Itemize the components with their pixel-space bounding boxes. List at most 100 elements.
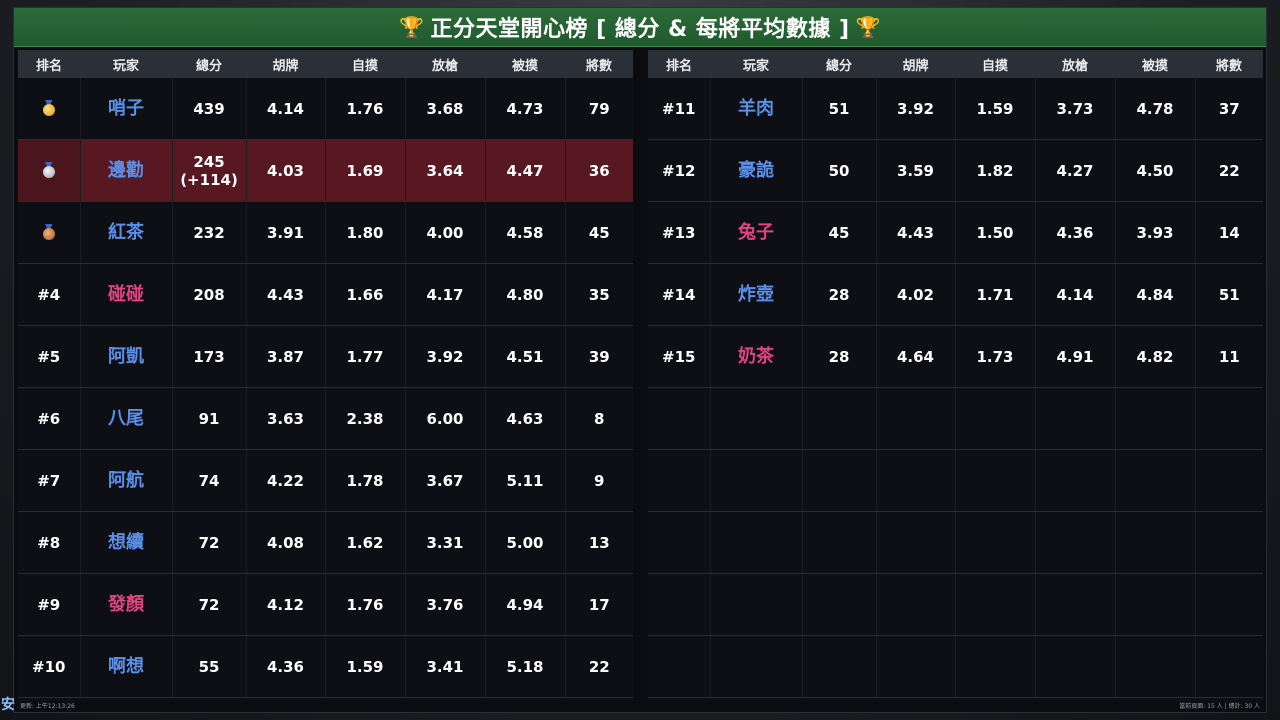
beimo-cell: 5.18 — [485, 635, 566, 698]
table-row: #10 啊想 55 4.36 1.59 3.41 5.18 22 — [18, 635, 633, 698]
games-cell: 79 — [565, 78, 633, 140]
header-fangqiang: 放槍 — [1035, 50, 1115, 78]
empty-cell — [955, 635, 1036, 698]
fangqiang-cell: 3.31 — [405, 511, 486, 574]
total-value: 45 — [828, 223, 850, 242]
fangqiang-cell: 4.27 — [1035, 139, 1116, 202]
games-cell: 8 — [565, 387, 633, 450]
games-cell: 17 — [565, 573, 633, 636]
hu-cell: 4.03 — [246, 139, 326, 202]
rank-cell — [18, 139, 81, 202]
fangqiang-cell: 3.92 — [405, 325, 486, 388]
games-cell: 35 — [565, 263, 633, 326]
table-header-row: 排名 玩家 總分 胡牌 自摸 放槍 被摸 將數 — [648, 50, 1263, 78]
table-row: 紅茶 232 3.91 1.80 4.00 4.58 45 — [18, 201, 633, 264]
player-name: 炸壺 — [738, 283, 774, 305]
rank-cell: #10 — [18, 635, 81, 698]
total-cell: 208 — [172, 263, 247, 326]
zimo-cell: 1.50 — [955, 201, 1036, 264]
player-name-cell: 阿航 — [80, 449, 173, 512]
total-value: 28 — [828, 285, 850, 304]
player-name: 奶茶 — [738, 345, 774, 367]
hu-cell: 4.14 — [246, 78, 326, 140]
fangqiang-cell: 4.17 — [405, 263, 486, 326]
header-rank: 排名 — [648, 50, 710, 78]
empty-row — [648, 449, 1263, 512]
beimo-cell: 5.00 — [485, 511, 566, 574]
empty-cell — [648, 387, 711, 450]
zimo-cell: 1.59 — [325, 635, 406, 698]
empty-row — [648, 511, 1263, 574]
player-name: 邊勸 — [108, 159, 144, 181]
header-rank: 排名 — [18, 50, 80, 78]
empty-cell — [648, 449, 711, 512]
hu-cell: 3.63 — [246, 387, 326, 450]
rank-cell: #15 — [648, 325, 711, 388]
hu-cell: 4.43 — [246, 263, 326, 326]
empty-cell — [1115, 387, 1196, 450]
player-name-cell: 阿凱 — [80, 325, 173, 388]
player-name: 想續 — [108, 531, 144, 553]
total-cell: 74 — [172, 449, 247, 512]
hu-cell: 3.92 — [876, 78, 956, 140]
player-name-cell: 哨子 — [80, 78, 173, 140]
player-name: 八尾 — [108, 407, 144, 429]
player-name: 阿凱 — [108, 345, 144, 367]
empty-cell — [1195, 635, 1263, 698]
total-value: 50 — [828, 161, 850, 180]
hu-cell: 4.64 — [876, 325, 956, 388]
player-name-cell: 兔子 — [710, 201, 803, 264]
title-bar: 🏆 正分天堂開心榜 [ 總分 & 每將平均數據 ] 🏆 — [14, 8, 1266, 47]
empty-cell — [876, 449, 956, 512]
fangqiang-cell: 3.68 — [405, 78, 486, 140]
leaderboard-table-left: 排名 玩家 總分 胡牌 自摸 放槍 被摸 將數 哨子 439 4.14 1.76 3.6… — [18, 50, 633, 698]
fangqiang-cell: 6.00 — [405, 387, 486, 450]
player-name-cell: 炸壺 — [710, 263, 803, 326]
beimo-cell: 4.50 — [1115, 139, 1196, 202]
total-cell: 245 (+114) — [172, 139, 247, 202]
player-name-cell: 啊想 — [80, 635, 173, 698]
beimo-cell: 4.51 — [485, 325, 566, 388]
beimo-cell: 4.47 — [485, 139, 566, 202]
beimo-cell: 4.80 — [485, 263, 566, 326]
total-cell: 72 — [172, 511, 247, 574]
games-cell: 13 — [565, 511, 633, 574]
header-total: 總分 — [172, 50, 246, 78]
table-row: 邊勸 245 (+114) 4.03 1.69 3.64 4.47 36 — [18, 139, 633, 202]
beimo-cell: 4.58 — [485, 201, 566, 264]
total-cell: 28 — [802, 325, 877, 388]
table-row: #8 想續 72 4.08 1.62 3.31 5.00 13 — [18, 511, 633, 574]
total-cell: 28 — [802, 263, 877, 326]
zimo-cell: 1.71 — [955, 263, 1036, 326]
empty-cell — [648, 635, 711, 698]
total-cell: 439 — [172, 78, 247, 140]
total-cell: 173 — [172, 325, 247, 388]
games-cell: 9 — [565, 449, 633, 512]
player-name-cell: 發顏 — [80, 573, 173, 636]
zimo-cell: 1.82 — [955, 139, 1036, 202]
zimo-cell: 1.80 — [325, 201, 406, 264]
player-name-cell: 邊勸 — [80, 139, 173, 202]
trophy-icon: 🏆 — [399, 15, 425, 39]
empty-cell — [876, 635, 956, 698]
total-value: 72 — [198, 595, 220, 614]
beimo-cell: 4.63 — [485, 387, 566, 450]
hu-cell: 4.12 — [246, 573, 326, 636]
leaderboard-left-panel: 排名 玩家 總分 胡牌 自摸 放槍 被摸 將數 哨子 439 4.14 1.76 3.6… — [18, 50, 633, 702]
fangqiang-cell: 4.91 — [1035, 325, 1116, 388]
empty-cell — [876, 573, 956, 636]
beimo-cell: 4.78 — [1115, 78, 1196, 140]
empty-cell — [648, 511, 711, 574]
player-name: 紅茶 — [108, 221, 144, 243]
total-value: 51 — [828, 99, 850, 118]
games-cell: 11 — [1195, 325, 1263, 388]
total-cell: 51 — [802, 78, 877, 140]
zimo-cell: 1.69 — [325, 139, 406, 202]
empty-cell — [1035, 635, 1116, 698]
hu-cell: 4.43 — [876, 201, 956, 264]
empty-cell — [1115, 573, 1196, 636]
empty-cell — [1035, 387, 1116, 450]
player-name: 阿航 — [108, 469, 144, 491]
empty-cell — [710, 449, 803, 512]
empty-cell — [955, 511, 1036, 574]
